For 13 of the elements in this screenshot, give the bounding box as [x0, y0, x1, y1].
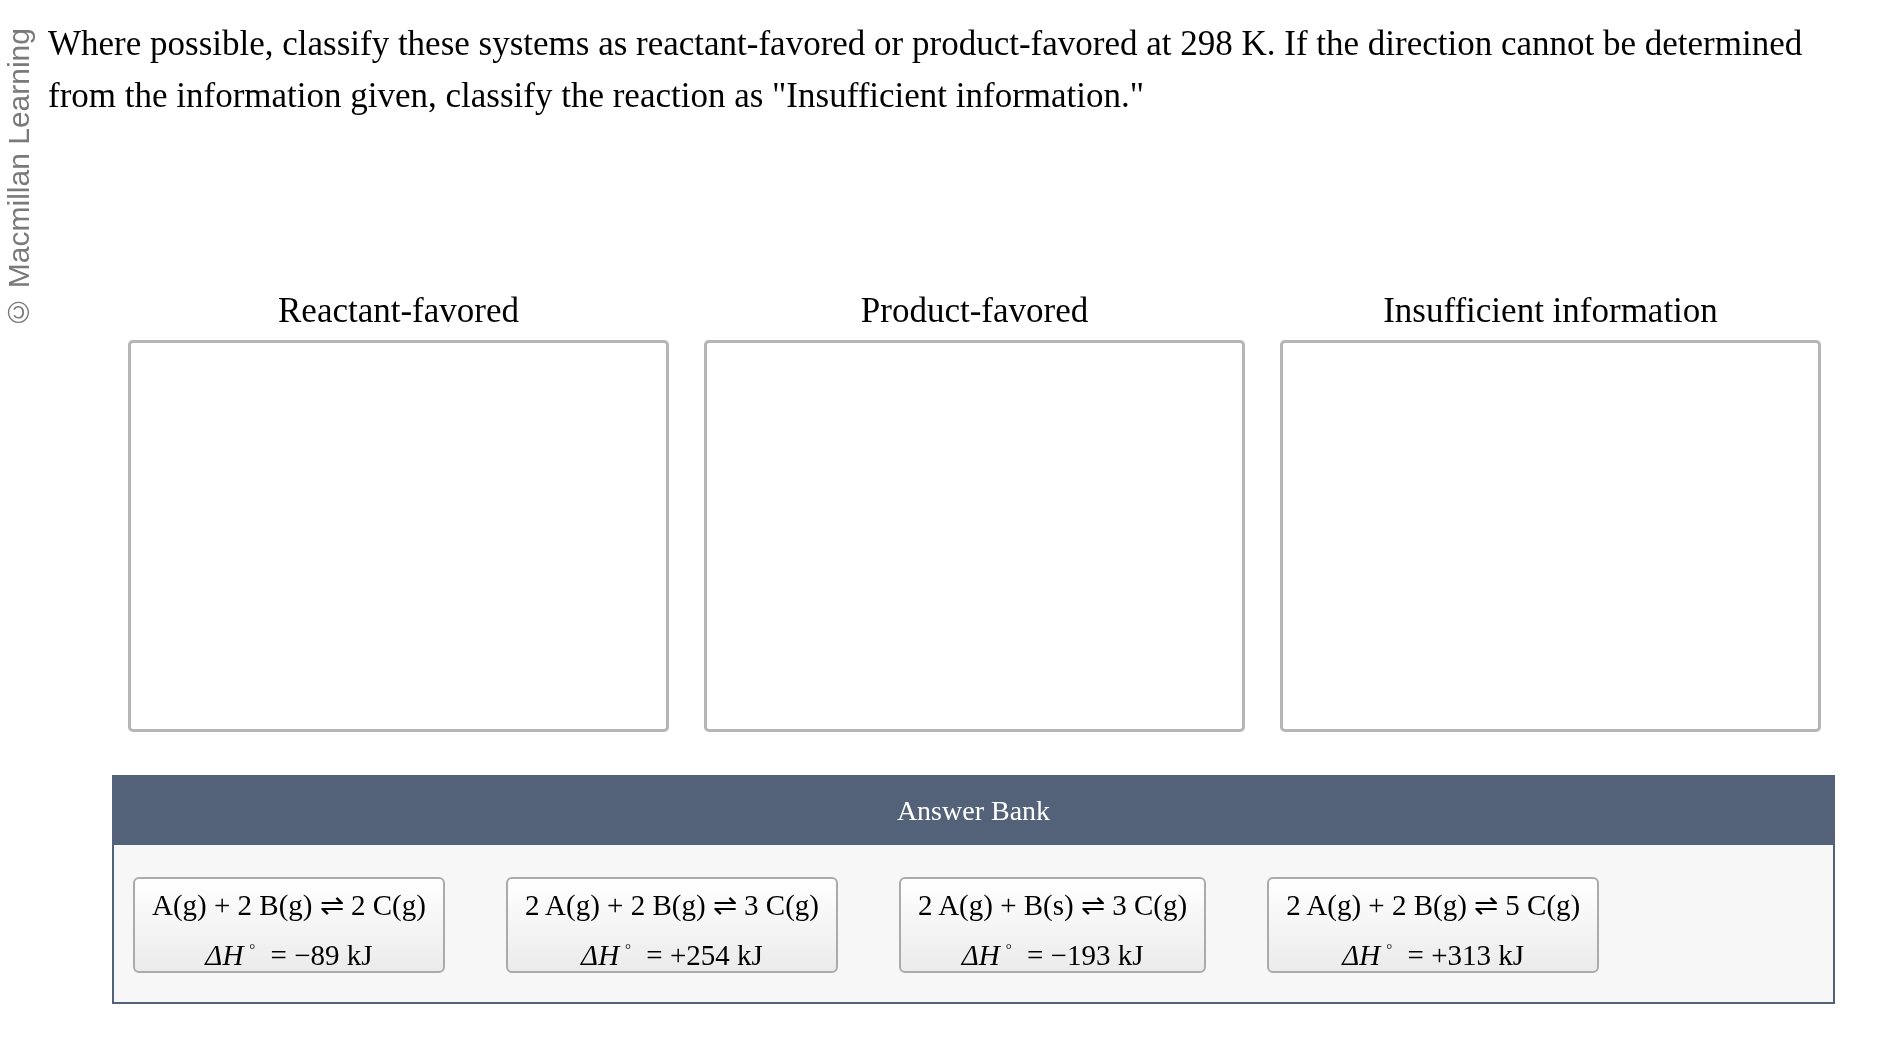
answer-tile[interactable]: 2 A(g) + B(s) ⇌ 3 C(g) ΔH$^{°}$ = −193 kJ	[899, 877, 1207, 973]
answer-tile[interactable]: A(g) + 2 B(g) ⇌ 2 C(g) ΔH$^{°}$ = −89 kJ	[133, 877, 445, 973]
answer-tile[interactable]: 2 A(g) + 2 B(g) ⇌ 3 C(g) ΔH$^{°}$ = +254 kJ	[505, 877, 838, 973]
drop-zone[interactable]	[1280, 340, 1821, 732]
drop-zone[interactable]	[128, 340, 669, 732]
category-label: Product-favored	[860, 290, 1089, 332]
drop-zone[interactable]	[704, 340, 1245, 732]
category-label: Insufficient information	[1383, 290, 1718, 332]
category-label: Reactant-favored	[278, 290, 519, 332]
answer-bank-title: Answer Bank	[114, 777, 1833, 845]
question-text: Where possible, classify these systems as reactant-favored or product-favored at 298 K. If the direction cannot be determined from the information given, classify the reaction as "Insufficient information."	[48, 23, 1804, 117]
answer-tile[interactable]: 2 A(g) + 2 B(g) ⇌ 5 C(g) ΔH$^{°}$ = +313 kJ	[1267, 877, 1600, 973]
copyright-notice: © Macmillan Learning	[4, 28, 34, 330]
